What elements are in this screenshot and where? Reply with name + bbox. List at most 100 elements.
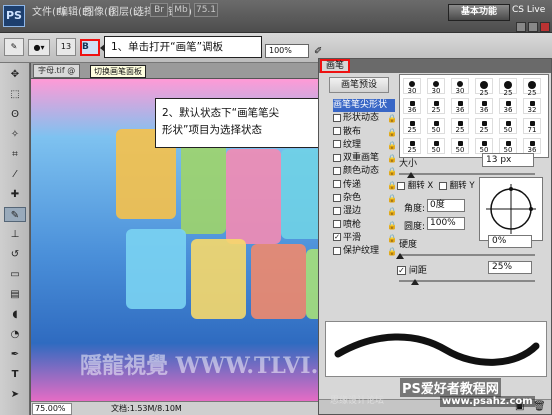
- brush-tip[interactable]: 30: [451, 78, 469, 95]
- lock-icon[interactable]: 🔒: [387, 232, 397, 245]
- marquee-tool-icon[interactable]: ⬚: [4, 87, 26, 102]
- spacing-slider-thumb[interactable]: [411, 279, 419, 285]
- section-checkbox[interactable]: ✓: [333, 233, 341, 242]
- brush-tip[interactable]: 25: [499, 78, 517, 97]
- brush-section-item[interactable]: 颜色动态 🔒: [333, 165, 397, 178]
- workspace-button[interactable]: 基本功能: [448, 4, 510, 21]
- spacing-checkbox[interactable]: ✓: [397, 266, 406, 275]
- crop-tool-icon[interactable]: ⌗: [4, 147, 26, 162]
- brush-tip[interactable]: 36: [523, 138, 541, 154]
- zoom-readout[interactable]: 75.1: [194, 3, 218, 17]
- brush-tip[interactable]: 36: [475, 98, 493, 114]
- hardness-slider-thumb[interactable]: [396, 253, 404, 259]
- brush-tip[interactable]: 25: [475, 78, 493, 97]
- section-checkbox[interactable]: [333, 246, 341, 255]
- brush-tip[interactable]: 25: [427, 98, 445, 114]
- brush-tip[interactable]: 50: [451, 138, 469, 154]
- toggle-brush-panel-button[interactable]: B: [80, 39, 100, 56]
- section-checkbox[interactable]: [333, 193, 341, 202]
- opacity-input[interactable]: 100%: [265, 44, 309, 58]
- eraser-tool-icon[interactable]: ▭: [4, 267, 26, 282]
- brush-presets-button[interactable]: 画笔预设: [329, 77, 389, 93]
- gradient-tool-icon[interactable]: ▤: [4, 287, 26, 302]
- angle-input[interactable]: 0度: [427, 199, 465, 212]
- airbrush-icon[interactable]: ✐: [314, 46, 322, 57]
- clone-stamp-tool-icon[interactable]: ⊥: [4, 227, 26, 242]
- close-button[interactable]: [540, 22, 550, 32]
- section-checkbox[interactable]: [333, 153, 341, 162]
- brush-size-readout[interactable]: 13: [56, 38, 76, 56]
- spacing-slider-track[interactable]: [399, 280, 535, 282]
- brush-section-item[interactable]: ✓ 平滑 🔒: [333, 232, 397, 245]
- maximize-button[interactable]: [528, 22, 538, 32]
- spacing-input[interactable]: 25%: [488, 261, 532, 274]
- brush-tip[interactable]: 25: [523, 78, 541, 97]
- brush-section-item[interactable]: 喷枪 🔒: [333, 219, 397, 232]
- brush-tip[interactable]: 30: [403, 78, 421, 95]
- brush-tip[interactable]: 71: [523, 118, 541, 134]
- history-brush-tool-icon[interactable]: ↺: [4, 247, 26, 262]
- lock-icon[interactable]: 🔒: [387, 219, 397, 232]
- quick-select-tool-icon[interactable]: ✧: [4, 127, 26, 142]
- path-select-tool-icon[interactable]: ➤: [4, 387, 26, 402]
- minimize-button[interactable]: [516, 22, 526, 32]
- roundness-input[interactable]: 100%: [427, 217, 465, 230]
- blur-tool-icon[interactable]: ◖: [4, 307, 26, 322]
- brush-tip[interactable]: 32: [523, 98, 541, 114]
- cslive-link[interactable]: CS Live: [512, 5, 545, 15]
- brush-tip[interactable]: 50: [499, 138, 517, 154]
- lock-icon[interactable]: 🔒: [387, 112, 397, 125]
- section-checkbox[interactable]: [333, 220, 341, 229]
- section-checkbox[interactable]: [333, 206, 341, 215]
- brush-tip[interactable]: 25: [403, 118, 421, 134]
- document-tab[interactable]: 字母.tif @: [33, 64, 81, 78]
- section-checkbox[interactable]: [333, 166, 341, 175]
- hardness-input[interactable]: 0%: [488, 235, 532, 248]
- brush-tip[interactable]: 50: [499, 118, 517, 134]
- pen-tool-icon[interactable]: ✒: [4, 347, 26, 362]
- section-checkbox[interactable]: [333, 180, 341, 189]
- brush-tip[interactable]: 36: [499, 98, 517, 114]
- brush-section-item[interactable]: 纹理 🔒: [333, 139, 397, 152]
- healing-tool-icon[interactable]: ✚: [4, 187, 26, 202]
- brush-tip[interactable]: 50: [427, 138, 445, 154]
- brush-section-item[interactable]: 画笔笔尖形状: [333, 99, 395, 113]
- section-checkbox[interactable]: [333, 127, 341, 136]
- move-tool-icon[interactable]: ✥: [4, 67, 26, 82]
- brush-section-item[interactable]: 传递 🔒: [333, 179, 397, 192]
- dodge-tool-icon[interactable]: ◔: [4, 327, 26, 342]
- brush-section-item[interactable]: 双重画笔 🔒: [333, 152, 397, 165]
- brush-section-item[interactable]: 湿边 🔒: [333, 205, 397, 218]
- lock-icon[interactable]: 🔒: [387, 165, 397, 178]
- lasso-tool-icon[interactable]: ʘ: [4, 107, 26, 122]
- panel-titlebar[interactable]: 画笔: [319, 59, 551, 73]
- type-tool-icon[interactable]: T: [4, 367, 26, 382]
- eyedropper-tool-icon[interactable]: ⁄: [4, 167, 26, 182]
- size-slider-thumb[interactable]: [407, 172, 415, 178]
- brush-tool-icon[interactable]: ✎: [4, 207, 26, 222]
- lock-icon[interactable]: 🔒: [387, 126, 397, 139]
- size-slider-track[interactable]: [399, 173, 535, 175]
- lock-icon[interactable]: 🔒: [387, 152, 397, 165]
- brush-section-item[interactable]: 保护纹理 🔒: [333, 245, 397, 258]
- brush-tip[interactable]: 30: [427, 78, 445, 95]
- brush-section-item[interactable]: 形状动态 🔒: [333, 112, 397, 125]
- brush-preset-picker[interactable]: ●▾: [28, 39, 50, 56]
- section-checkbox[interactable]: [333, 140, 341, 149]
- brush-tip[interactable]: 25: [403, 138, 421, 154]
- brush-tool-icon[interactable]: ✎: [4, 38, 24, 56]
- lock-icon[interactable]: 🔒: [387, 139, 397, 152]
- brush-section-item[interactable]: 杂色 🔒: [333, 192, 397, 205]
- size-input[interactable]: 13 px: [482, 153, 534, 167]
- flip-y-checkbox[interactable]: [438, 181, 447, 190]
- brush-tip[interactable]: 50: [475, 138, 493, 154]
- brush-tip[interactable]: 36: [451, 98, 469, 114]
- brush-tip[interactable]: 25: [451, 118, 469, 134]
- minibridge-icon[interactable]: Mb: [172, 3, 190, 17]
- section-checkbox[interactable]: [333, 113, 341, 122]
- tab-brush[interactable]: 画笔: [320, 59, 351, 73]
- zoom-input[interactable]: 75.00%: [32, 403, 72, 415]
- flip-x-checkbox[interactable]: [397, 181, 405, 190]
- bridge-icon[interactable]: Br: [150, 3, 168, 17]
- brush-tip[interactable]: 50: [427, 118, 445, 134]
